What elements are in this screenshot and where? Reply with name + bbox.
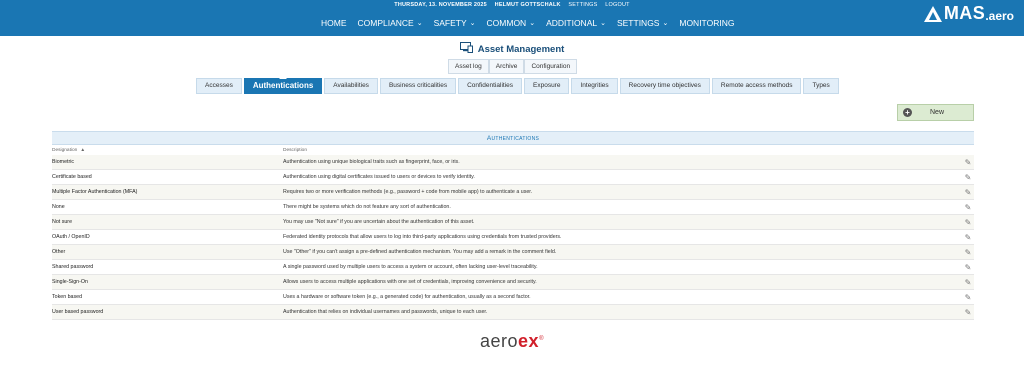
description-cell: Authentication that relies on individual… [283, 309, 488, 315]
nav-common[interactable]: COMMON ⌄ [487, 18, 536, 28]
logout-link[interactable]: LOGOUT [605, 2, 629, 8]
aeroex-logo: aeroex® [480, 331, 544, 351]
tab-integrities[interactable]: Integrities [571, 78, 618, 94]
description-cell: You may use "Not sure" if you are uncert… [283, 219, 475, 225]
pencil-icon[interactable]: ✎ [962, 248, 974, 257]
nav-settings[interactable]: SETTINGS ⌄ [617, 18, 668, 28]
tab-authentications[interactable]: Authentications [243, 75, 323, 94]
nav-monitoring[interactable]: MONITORING [679, 18, 734, 28]
user-name: HELMUT GOTTSCHALK [494, 2, 561, 8]
table-title: Authentications [52, 131, 974, 145]
nav-additional[interactable]: ADDITIONAL ⌄ [546, 18, 606, 28]
designation-cell: Multiple Factor Authentication (MFA) [52, 189, 138, 195]
table-row[interactable]: Token based Uses a hardware or software t… [52, 290, 974, 305]
page-title: Asset Management [0, 40, 1024, 58]
tab-recovery-time-objectives[interactable]: Recovery time objectives [619, 78, 710, 94]
designation-cell: None [52, 204, 65, 210]
tab-exposure[interactable]: Exposure [524, 78, 570, 94]
tab-accesses[interactable]: Accesses [196, 78, 242, 94]
pencil-icon[interactable]: ✎ [962, 233, 974, 242]
new-button[interactable]: + New [897, 104, 974, 121]
table-row[interactable]: Certificate based Authentication using di… [52, 170, 974, 185]
description-cell: There might be systems which do not feat… [283, 204, 451, 210]
designation-column-header[interactable]: Designation ▲ [52, 148, 283, 153]
description-cell: Use "Other" if you can't assign a pre-de… [283, 249, 557, 255]
table-row[interactable]: Single-Sign-On Allows users to access mul… [52, 275, 974, 290]
description-cell: A single password used by multiple users… [283, 264, 538, 270]
description-cell: Authentication using digital certificate… [283, 174, 475, 180]
pencil-icon[interactable]: ✎ [962, 173, 974, 182]
table-row[interactable]: None There might be systems which do not … [52, 200, 974, 215]
logo-suffix: .aero [985, 8, 1014, 23]
table-row[interactable]: Shared password A single password used by… [52, 260, 974, 275]
page-title-text: Asset Management [477, 43, 565, 55]
pencil-icon[interactable]: ✎ [962, 293, 974, 302]
table-body: Biometric Authentication using unique bio… [52, 155, 974, 320]
table-row[interactable]: User based password Authentication that r… [52, 305, 974, 320]
designation-cell: Other [52, 249, 66, 255]
chevron-down-icon: ⌄ [416, 20, 423, 27]
authentications-table: Authentications Designation ▲ Description… [52, 131, 974, 320]
nav-compliance[interactable]: COMPLIANCE ⌄ [358, 18, 423, 28]
table-row[interactable]: Not sure You may use "Not sure" if you ar… [52, 215, 974, 230]
new-button-label: New [930, 109, 945, 116]
current-date: THURSDAY, 13. NOVEMBER 2025 [394, 2, 487, 8]
user-info-bar: THURSDAY, 13. NOVEMBER 2025 HELMUT GOTTS… [0, 2, 1024, 8]
description-cell: Uses a hardware or software token (e.g.,… [283, 294, 531, 300]
pencil-icon[interactable]: ✎ [962, 263, 974, 272]
main-nav: HOME COMPLIANCE ⌄ SAFETY ⌄ COMMON ⌄ ADDITIONAL ⌄… [321, 18, 745, 28]
top-bar: THURSDAY, 13. NOVEMBER 2025 HELMUT GOTTS… [0, 0, 1024, 36]
tab-business-criticalities[interactable]: Business criticalities [379, 78, 457, 94]
designation-cell: User based password [52, 309, 104, 315]
subtab-configuration[interactable]: Configuration [524, 59, 578, 74]
description-column-header[interactable]: Description [283, 148, 307, 153]
table-row[interactable]: Multiple Factor Authentication (MFA) Requ… [52, 185, 974, 200]
subtab-archive[interactable]: Archive [488, 59, 525, 74]
pencil-icon[interactable]: ✎ [962, 278, 974, 287]
mas-aero-logo[interactable]: MAS .aero [923, 3, 1014, 24]
subtab-asset-log[interactable]: Asset log [448, 59, 489, 74]
chevron-down-icon: ⌄ [529, 20, 536, 27]
description-cell: Authentication using unique biological t… [283, 159, 460, 165]
description-cell: Federated identity protocols that allow … [283, 234, 562, 240]
tab-remote-access-methods[interactable]: Remote access methods [711, 78, 802, 94]
table-row[interactable]: Biometric Authentication using unique bio… [52, 155, 974, 170]
settings-link[interactable]: SETTINGS [568, 2, 597, 8]
chevron-down-icon: ⌄ [469, 20, 476, 27]
designation-cell: Token based [52, 294, 83, 300]
designation-cell: Not sure [52, 219, 73, 225]
nav-home[interactable]: HOME [321, 18, 347, 28]
pencil-icon[interactable]: ✎ [962, 203, 974, 212]
asset-monitor-icon [459, 40, 473, 58]
plus-circle-icon: + [903, 108, 912, 117]
pencil-icon[interactable]: ✎ [962, 308, 974, 317]
tab-confidentialities[interactable]: Confidentialities [458, 78, 522, 94]
tab-types[interactable]: Types [803, 78, 839, 94]
mas-logo-mark-icon [923, 5, 943, 23]
chevron-down-icon: ⌄ [662, 20, 669, 27]
pencil-icon[interactable]: ✎ [962, 188, 974, 197]
description-cell: Allows users to access multiple applicat… [283, 279, 537, 285]
nav-safety[interactable]: SAFETY ⌄ [434, 18, 476, 28]
designation-cell: Shared password [52, 264, 94, 270]
category-tabs: Accesses Authentications Availabilities Bus… [196, 75, 839, 94]
logo-text: MAS [943, 3, 986, 23]
designation-cell: Certificate based [52, 174, 92, 180]
sort-asc-icon: ▲ [80, 147, 86, 153]
pencil-icon[interactable]: ✎ [962, 158, 974, 167]
designation-cell: OAuth / OpenID [52, 234, 90, 240]
tab-availabilities[interactable]: Availabilities [324, 78, 378, 94]
sub-tabs: Asset log Archive Configuration [448, 59, 578, 74]
chevron-down-icon: ⌄ [600, 20, 606, 27]
pencil-icon[interactable]: ✎ [962, 218, 974, 227]
active-tab-notch [279, 75, 288, 79]
table-row[interactable]: OAuth / OpenID Federated identity protoco… [52, 230, 974, 245]
designation-cell: Biometric [52, 159, 75, 165]
description-cell: Requires two or more verification method… [283, 189, 533, 195]
table-row[interactable]: Other Use "Other" if you can't assign a p… [52, 245, 974, 260]
table-header: Designation ▲ Description [52, 145, 974, 155]
designation-cell: Single-Sign-On [52, 279, 88, 285]
